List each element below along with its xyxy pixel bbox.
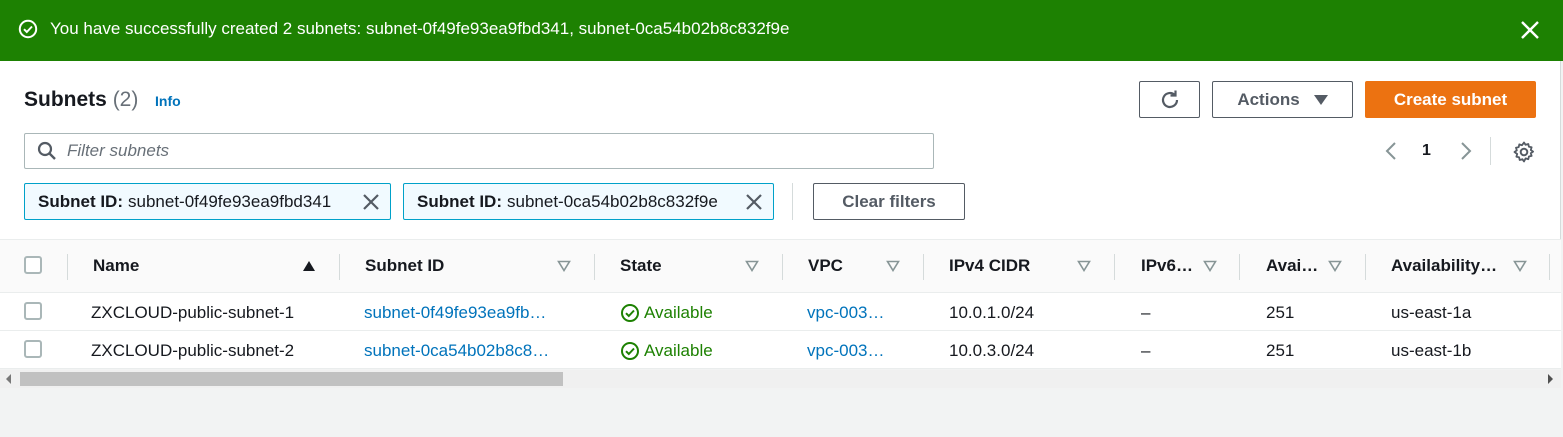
caret-down-icon [1313, 94, 1328, 105]
cell-state: Available [620, 340, 713, 361]
clear-filters-label: Clear filters [842, 191, 936, 211]
filter-token-key: Subnet ID: [38, 191, 123, 211]
scrollbar-thumb[interactable] [20, 372, 563, 386]
column-header-state[interactable]: State [620, 255, 662, 276]
page-title: Subnets (2) [24, 87, 138, 113]
sort-icon[interactable] [1203, 260, 1217, 272]
pagination-current-page[interactable]: 1 [1422, 141, 1431, 161]
title-count: (2) [112, 88, 139, 111]
refresh-icon [1161, 90, 1178, 108]
check-circle-icon [621, 303, 639, 322]
column-divider [1114, 254, 1115, 280]
cell-state: Available [620, 302, 713, 323]
column-header-availability-zone[interactable]: Availability… [1391, 255, 1497, 276]
state-label: Available [644, 303, 713, 322]
actions-dropdown-button[interactable]: Actions [1212, 81, 1353, 118]
cell-ipv4-cidr: 10.0.1.0/24 [949, 303, 1035, 322]
filter-token: Subnet ID: subnet-0ca54b02b8c832f9e [403, 183, 774, 220]
column-header-name[interactable]: Name [93, 255, 139, 276]
check-circle-icon [18, 19, 38, 39]
flash-message: You have successfully created 2 subnets:… [50, 19, 790, 38]
column-divider [67, 254, 68, 280]
chevron-left-icon[interactable] [1382, 140, 1400, 162]
column-divider [1239, 254, 1240, 280]
create-subnet-button[interactable]: Create subnet [1365, 81, 1536, 118]
success-flash-banner: You have successfully created 2 subnets:… [0, 0, 1563, 61]
cell-subnet-id-link[interactable]: subnet-0f49fe93ea9fb… [364, 302, 546, 323]
column-divider [594, 254, 595, 280]
cell-availability-zone: us-east-1a [1391, 303, 1472, 322]
sort-icon[interactable] [886, 260, 900, 272]
close-icon[interactable] [1519, 19, 1541, 41]
title-text: Subnets [24, 88, 107, 111]
sort-icon[interactable] [1513, 260, 1527, 272]
scroll-left-arrow-icon[interactable] [6, 374, 11, 384]
column-header-subnet-id[interactable]: Subnet ID [365, 255, 444, 276]
column-divider [339, 254, 340, 280]
column-header-available-ips[interactable]: Avai… [1266, 255, 1318, 276]
close-icon[interactable] [744, 192, 764, 212]
search-input[interactable] [67, 138, 917, 164]
column-header-ipv4-cidr[interactable]: IPv4 CIDR [949, 255, 1030, 276]
search-icon [37, 141, 56, 160]
sort-icon[interactable] [1077, 260, 1091, 272]
sort-icon[interactable] [745, 260, 759, 272]
cell-ipv6: – [1141, 341, 1151, 360]
column-divider [1549, 254, 1550, 280]
horizontal-scrollbar[interactable] [0, 370, 1561, 388]
column-divider [923, 254, 924, 280]
cell-name: ZXCLOUD-public-subnet-2 [91, 341, 295, 360]
filter-token-key: Subnet ID: [417, 191, 502, 211]
divider [792, 183, 793, 220]
sort-icon[interactable] [557, 260, 571, 272]
cell-subnet-id-link[interactable]: subnet-0ca54b02b8c8… [364, 340, 549, 361]
cell-name: ZXCLOUD-public-subnet-1 [91, 303, 295, 322]
refresh-button[interactable] [1139, 81, 1200, 118]
cell-available-ips: 251 [1266, 341, 1295, 360]
info-link[interactable]: Info [155, 93, 181, 110]
actions-label: Actions [1237, 89, 1300, 109]
column-header-ipv6[interactable]: IPv6… [1141, 255, 1193, 276]
cell-vpc-link[interactable]: vpc-003… [807, 302, 884, 323]
filter-token-value: subnet-0ca54b02b8c832f9e [507, 191, 718, 211]
filter-token-value: subnet-0f49fe93ea9fbd341 [128, 191, 332, 211]
select-all-checkbox[interactable] [24, 256, 42, 274]
check-circle-icon [621, 341, 639, 360]
filter-token: Subnet ID: subnet-0f49fe93ea9fbd341 [24, 183, 391, 220]
divider [1490, 137, 1491, 165]
chevron-right-icon[interactable] [1457, 140, 1475, 162]
cell-vpc-link[interactable]: vpc-003… [807, 340, 884, 361]
table-header [0, 240, 1561, 293]
cell-available-ips: 251 [1266, 303, 1295, 322]
clear-filters-button[interactable]: Clear filters [813, 183, 965, 220]
row-checkbox[interactable] [24, 340, 42, 358]
column-divider [782, 254, 783, 280]
sort-icon[interactable] [1328, 260, 1342, 272]
state-label: Available [644, 341, 713, 360]
cell-availability-zone: us-east-1b [1391, 341, 1472, 360]
row-checkbox[interactable] [24, 302, 42, 320]
column-header-vpc[interactable]: VPC [808, 255, 843, 276]
column-divider [1365, 254, 1366, 280]
cell-ipv4-cidr: 10.0.3.0/24 [949, 341, 1035, 360]
close-icon[interactable] [361, 192, 381, 212]
cell-ipv6: – [1141, 303, 1151, 322]
filter-search-box[interactable] [24, 133, 934, 169]
gear-icon[interactable] [1512, 140, 1536, 164]
sort-ascending-icon[interactable] [302, 260, 316, 272]
scroll-right-arrow-icon[interactable] [1548, 374, 1553, 384]
create-subnet-label: Create subnet [1393, 89, 1508, 109]
